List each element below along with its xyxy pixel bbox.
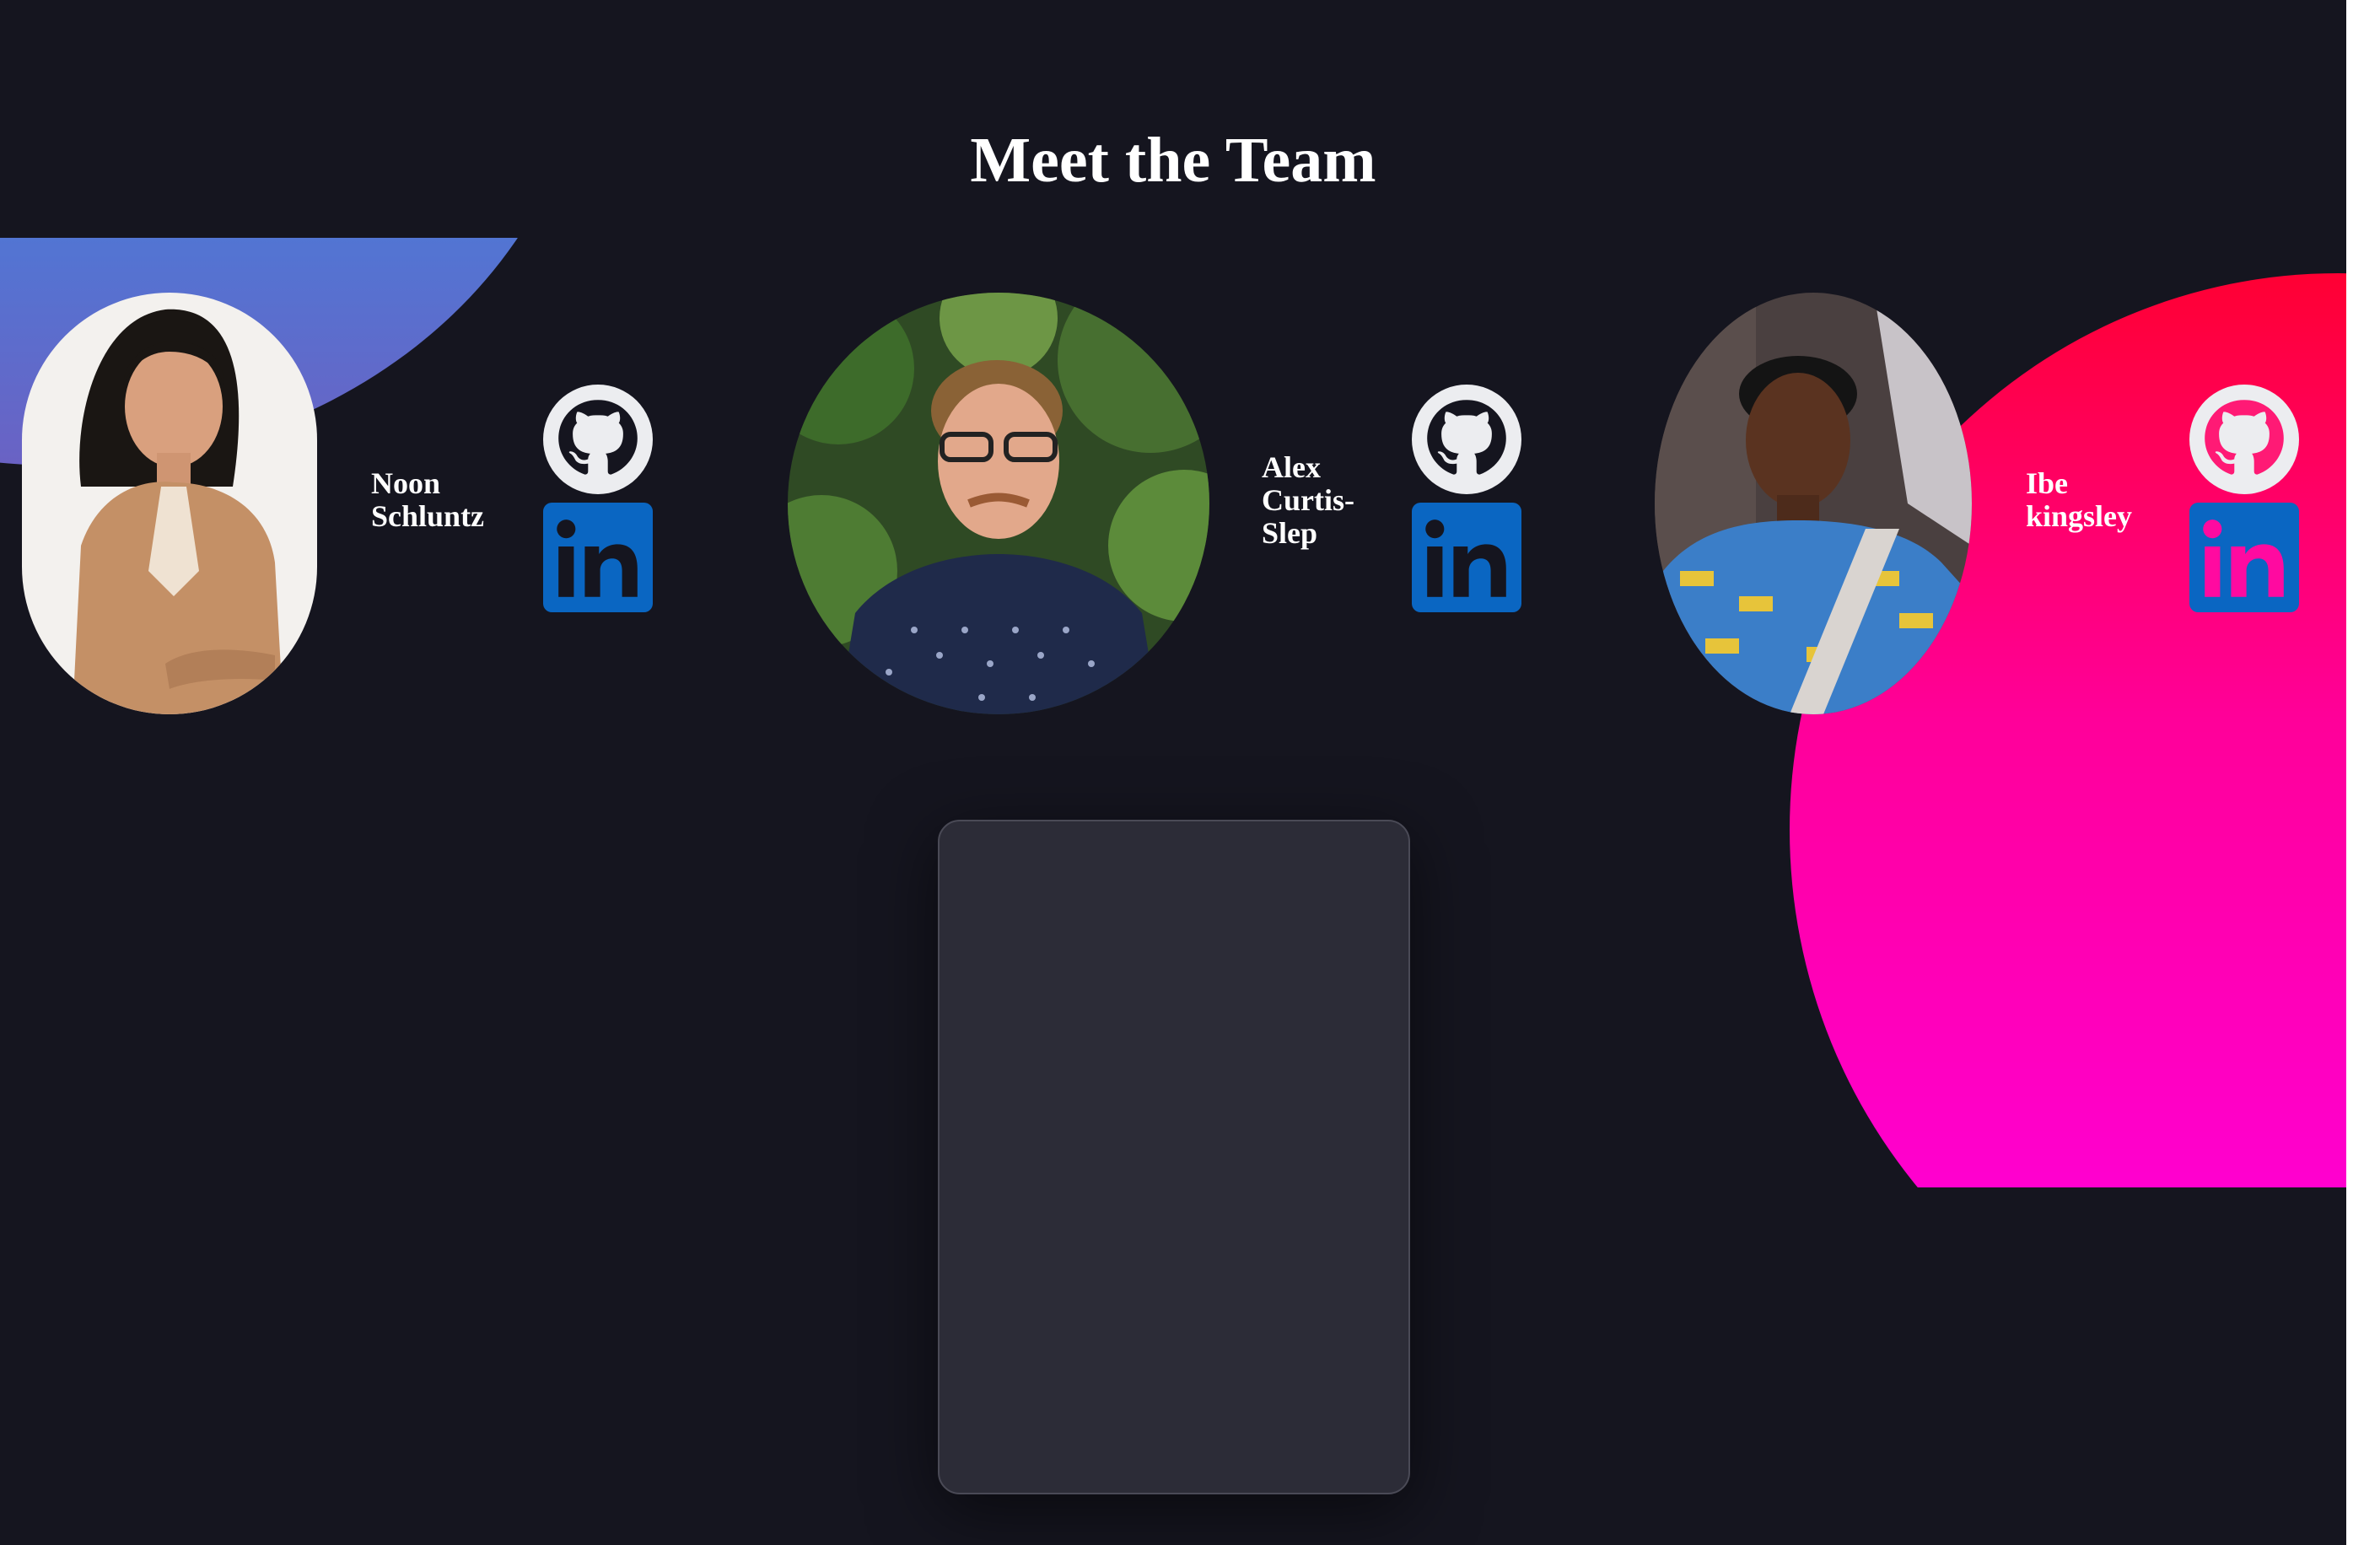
page-title: Meet the Team — [970, 125, 1376, 196]
empty-card-panel — [938, 820, 1410, 1494]
page: Meet the Team Noon Schluntz Alex Curtis-… — [0, 0, 2346, 1545]
member-name-ibe-kingsley: Ibe kingsley — [2026, 466, 2133, 533]
avatar-noon-schluntz — [22, 293, 317, 714]
linkedin-icon[interactable] — [1412, 503, 1521, 612]
linkedin-icon[interactable] — [543, 503, 653, 612]
member-name-noon-schluntz: Noon Schluntz — [371, 466, 485, 533]
member-name-alex-curtis-slep: Alex Curtis- Slep — [1262, 450, 1354, 550]
github-icon[interactable] — [543, 385, 653, 494]
github-icon[interactable] — [1412, 385, 1521, 494]
avatar-alex-curtis-slep — [788, 293, 1209, 714]
linkedin-icon[interactable] — [2189, 503, 2299, 612]
avatar-ibe-kingsley — [1655, 293, 1972, 714]
github-icon[interactable] — [2189, 385, 2299, 494]
